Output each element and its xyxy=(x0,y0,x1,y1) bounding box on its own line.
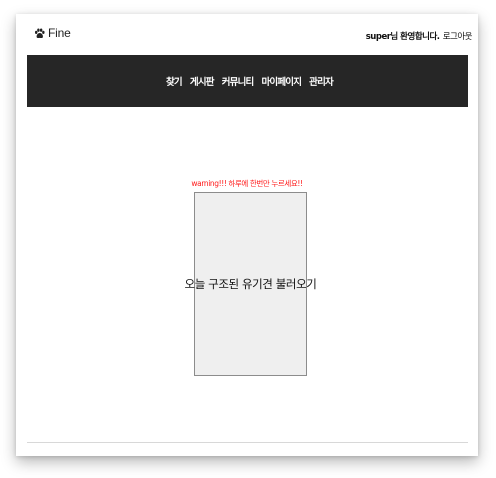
header: Fine super님 환영합니다. 로그아웃 xyxy=(16,14,478,54)
logout-link[interactable]: 로그아웃 xyxy=(443,32,473,42)
logo-text: Fine xyxy=(48,26,71,40)
load-rescued-dogs-button[interactable]: 오늘 구조된 유기견 불러오기 xyxy=(185,192,317,376)
app-window: Fine super님 환영합니다. 로그아웃 찾기 게시판 커뮤니티 마이페이… xyxy=(16,14,478,456)
nav-item-find[interactable]: 찾기 xyxy=(166,74,183,88)
user-name: super xyxy=(365,32,391,42)
nav-item-mypage[interactable]: 마이페이지 xyxy=(261,74,301,88)
logo[interactable]: Fine xyxy=(34,26,71,40)
user-area: super님 환영합니다. 로그아웃 xyxy=(365,30,473,42)
footer-divider xyxy=(27,442,468,443)
nav-menu: 찾기 게시판 커뮤니티 마이페이지 관리자 xyxy=(166,74,334,88)
nav-item-board[interactable]: 게시판 xyxy=(190,74,215,88)
warning-text: warning!!! 하루에 한번만 누르세요!! xyxy=(191,179,303,188)
paw-icon xyxy=(34,28,45,39)
nav-item-community[interactable]: 커뮤니티 xyxy=(222,74,255,88)
navbar: 찾기 게시판 커뮤니티 마이페이지 관리자 xyxy=(27,55,468,107)
user-greeting: 님 환영합니다. xyxy=(390,32,440,42)
nav-item-admin[interactable]: 관리자 xyxy=(309,74,334,88)
